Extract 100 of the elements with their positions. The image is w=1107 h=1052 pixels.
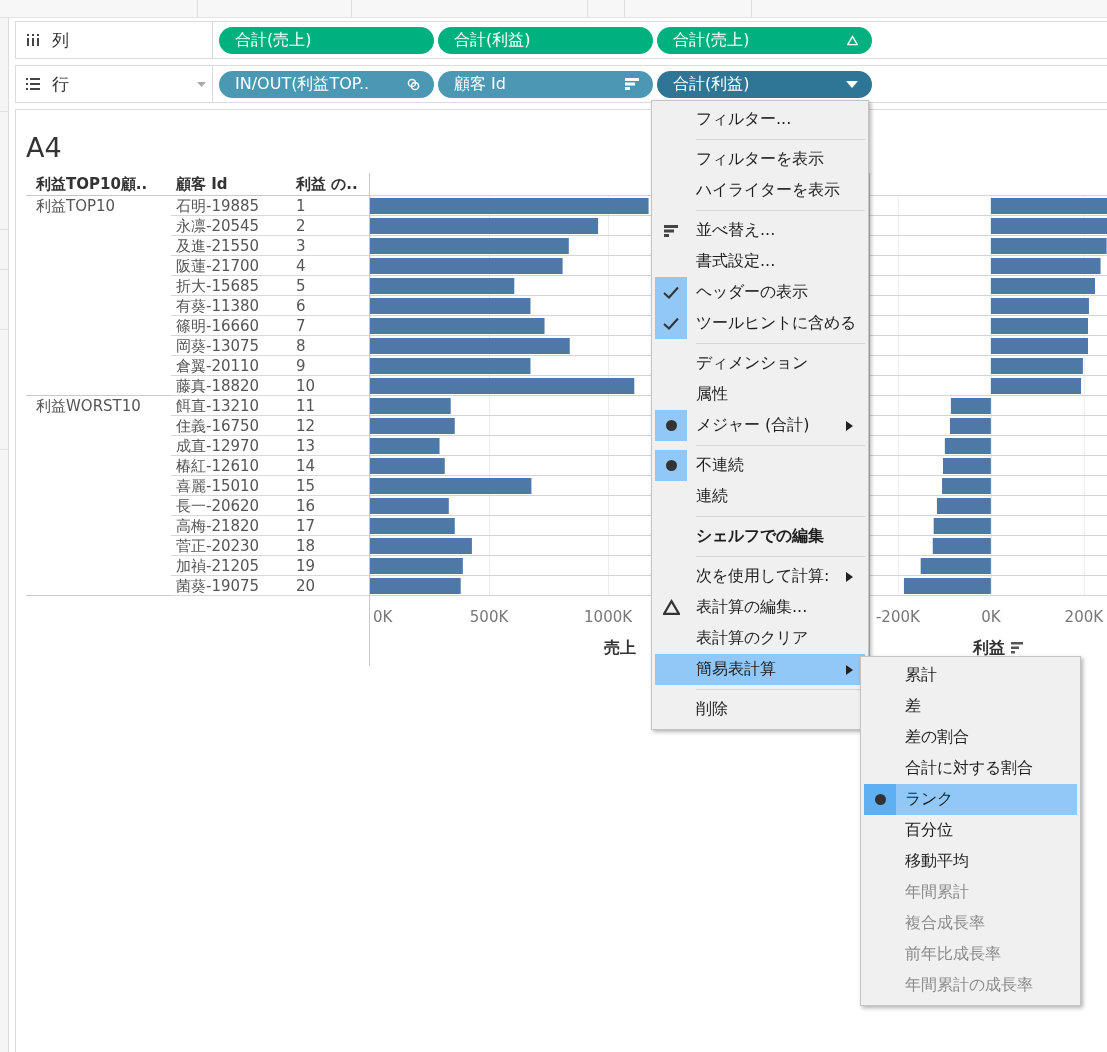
axis-tick-label: 0K: [373, 608, 393, 626]
menu-item[interactable]: メジャー (合計): [655, 410, 865, 441]
table-cell: 10: [296, 377, 316, 396]
sort-icon: [664, 224, 678, 237]
row-header: 篠明-16660: [176, 317, 260, 336]
menu-item[interactable]: ディメンション: [655, 348, 865, 379]
axis-tick-label: -200K: [875, 608, 920, 626]
menu-item[interactable]: 差: [864, 691, 1077, 722]
menu-item[interactable]: 連続: [655, 481, 865, 512]
bar: [942, 478, 991, 494]
menu-item[interactable]: ハイライターを表示: [655, 175, 865, 206]
row-header: 倉翼-20110: [176, 357, 260, 376]
menu-item[interactable]: ヘッダーの表示: [655, 277, 865, 308]
table-cell: 13: [296, 437, 316, 456]
row-header: 長一-20620: [176, 497, 260, 516]
sheet-title: A4: [26, 131, 62, 165]
menu-item[interactable]: 合計に対する割合: [864, 753, 1077, 784]
dropdown-caret-icon[interactable]: [197, 81, 206, 87]
menu-item[interactable]: 移動平均: [864, 846, 1077, 877]
axis-title: 利益: [973, 638, 1005, 657]
menu-item[interactable]: 書式設定...: [655, 246, 865, 277]
menu-item[interactable]: フィルター...: [655, 104, 865, 135]
row-header: 菌葵-19075: [176, 577, 260, 596]
menu-item[interactable]: フィルターを表示: [655, 144, 865, 175]
table-cell: 5: [296, 277, 306, 296]
table-cell: 16: [296, 497, 316, 516]
delta-icon: [662, 599, 680, 616]
bar: [920, 558, 991, 574]
row-header: 石明-19885: [176, 197, 260, 216]
row-header: 阪蓮-21700: [176, 257, 260, 276]
table-cell: 17: [296, 517, 316, 536]
table-cell: 11: [296, 397, 316, 416]
menu-item[interactable]: シェルフでの編集: [655, 521, 865, 552]
axis-tick-label: 1000K: [584, 608, 633, 626]
table-cell: 14: [296, 457, 316, 476]
menu-item[interactable]: 表計算のクリア: [655, 623, 865, 654]
menu-item[interactable]: ランク: [864, 784, 1077, 815]
row-header: 住義-16750: [176, 417, 260, 436]
row-header: 有葵-11380: [176, 297, 260, 316]
row-header: 利益TOP10: [36, 196, 116, 216]
table-cell: 12: [296, 417, 316, 436]
table-cell: 4: [296, 257, 306, 276]
row-header: 永凛-20545: [176, 217, 260, 236]
bar: [944, 438, 991, 454]
row-header: 加禎-21205: [176, 557, 260, 576]
row-header: 成直-12970: [176, 437, 260, 456]
row-header: 岡葵-13075: [176, 337, 260, 356]
column-header[interactable]: 利益 の..: [291, 173, 369, 196]
bar: [936, 498, 991, 514]
table-cell: 15: [296, 477, 316, 496]
menu-item[interactable]: 簡易表計算: [655, 654, 865, 685]
row-header: 藤真-18820: [176, 377, 260, 396]
table-cell: 9: [296, 357, 306, 376]
delta-icon: [847, 34, 858, 46]
table-cell: 8: [296, 337, 306, 356]
table-cell: 18: [296, 537, 316, 556]
menu-item[interactable]: 累計: [864, 660, 1077, 691]
columns-icon: [26, 34, 40, 46]
menu-item[interactable]: 次を使用して計算:: [655, 561, 865, 592]
row-header: 高梅-21820: [176, 517, 260, 536]
table-cell: 3: [296, 237, 306, 256]
row-header: 折大-15685: [176, 277, 260, 296]
row-header: 利益WORST10: [36, 396, 141, 416]
menu-item[interactable]: 不連続: [655, 450, 865, 481]
bar: [950, 398, 991, 414]
axis-tick-label: 0K: [981, 608, 1001, 626]
bar: [949, 418, 991, 434]
axis-tick-label: 500K: [469, 608, 509, 626]
table-cell: 7: [296, 317, 306, 336]
table-cell: 2: [296, 217, 306, 236]
axis-title: 売上: [604, 638, 636, 657]
shelf-label: 列: [52, 28, 69, 52]
table-cell: 19: [296, 557, 316, 576]
menu-item[interactable]: 差の割合: [864, 722, 1077, 753]
table-cell: 6: [296, 297, 306, 316]
menu-item[interactable]: 属性: [655, 379, 865, 410]
menu-item[interactable]: ツールヒントに含める: [655, 308, 865, 339]
table-cell: 20: [296, 577, 316, 596]
row-header: 餌直-13210: [176, 397, 260, 416]
bar: [932, 538, 991, 554]
column-header[interactable]: 利益TOP10顧..: [26, 173, 171, 196]
sort-icon: [625, 78, 639, 90]
caret-icon: [846, 80, 858, 88]
shelf-label: 行: [52, 72, 69, 96]
column-header[interactable]: 顧客 Id: [171, 173, 291, 196]
link-icon: [407, 77, 420, 91]
table-cell: 1: [296, 197, 306, 216]
row-header: 椿紅-12610: [176, 457, 260, 476]
row-header: 喜麗-15010: [176, 477, 260, 496]
bar: [933, 518, 991, 534]
axis-tick-label: 200K: [1064, 608, 1104, 626]
bar: [370, 438, 440, 454]
menu-item[interactable]: 百分位: [864, 815, 1077, 846]
bar: [943, 458, 991, 474]
rows-icon: [26, 78, 40, 90]
row-header: 及進-21550: [176, 237, 260, 256]
field-pill[interactable]: 合計(利益): [657, 70, 872, 98]
menu-item[interactable]: 並べ替え...: [655, 215, 865, 246]
row-header: 菅正-20230: [176, 537, 260, 556]
menu-item[interactable]: 表計算の編集...: [655, 592, 865, 623]
